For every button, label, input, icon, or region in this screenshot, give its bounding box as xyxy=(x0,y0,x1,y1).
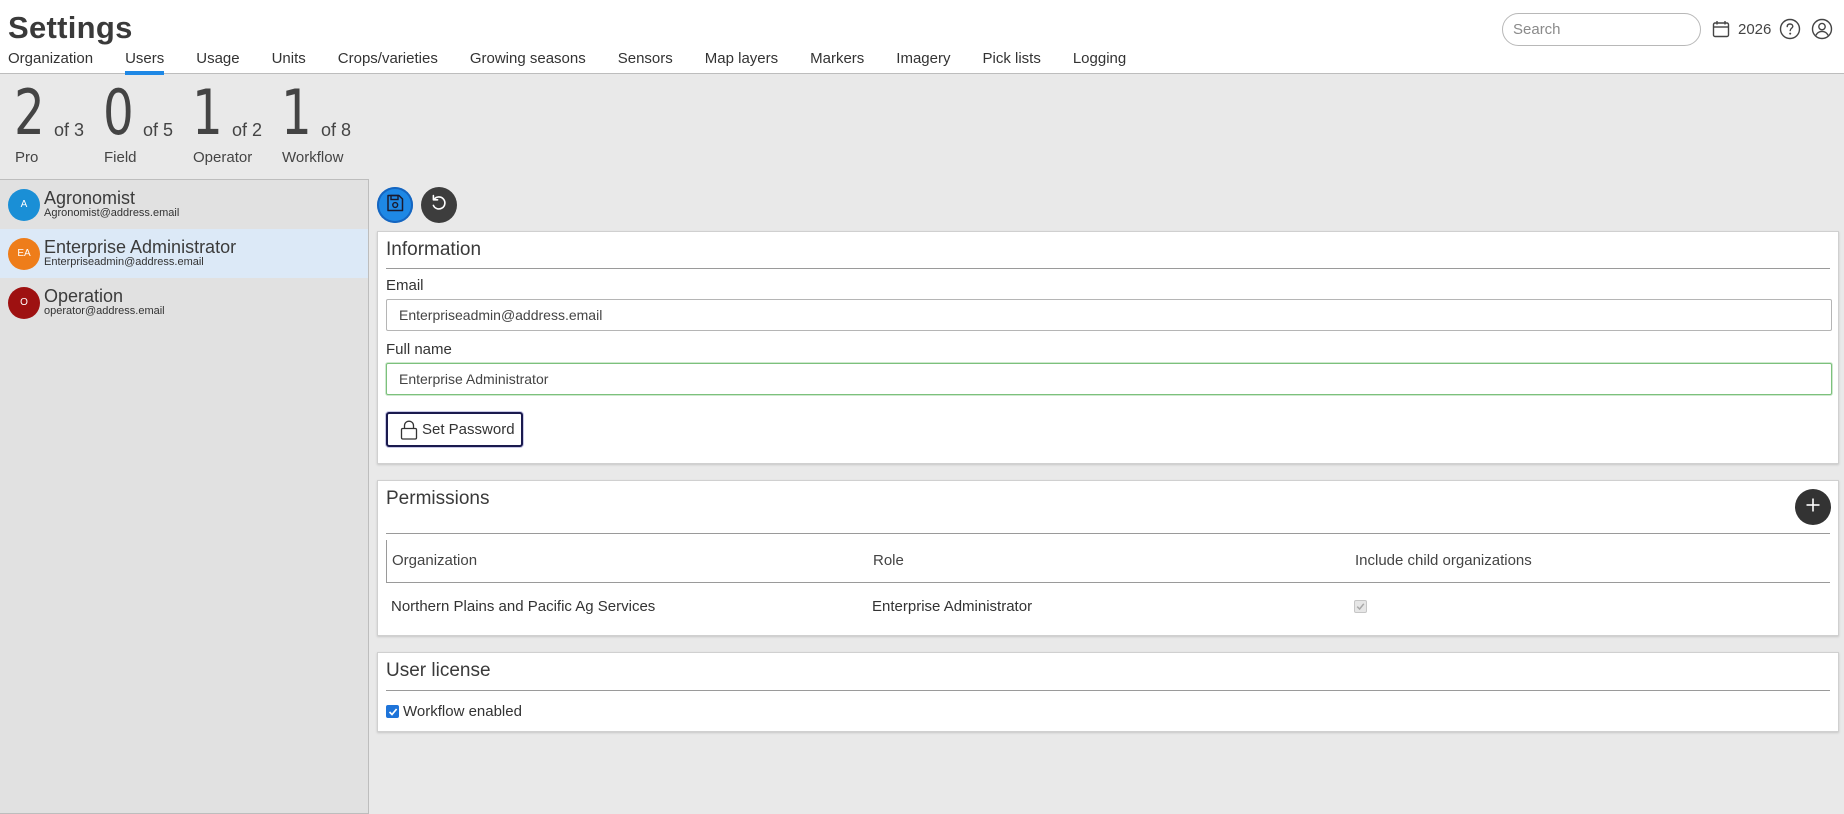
user-item-operation[interactable]: O Operation operator@address.email xyxy=(0,278,368,327)
add-permission-button[interactable] xyxy=(1795,489,1831,525)
stat-workflow: 1 of 8 Workflow xyxy=(281,76,370,168)
stat-field: 0 of 5 Field xyxy=(103,76,192,168)
save-icon xyxy=(385,193,405,218)
column-header-role[interactable]: Role xyxy=(873,552,904,569)
stat-total: of 2 xyxy=(232,120,263,140)
account-icon[interactable] xyxy=(1811,18,1833,40)
calendar-icon xyxy=(1712,20,1730,38)
stat-pro: 2 of 3 Pro xyxy=(14,76,103,168)
avatar: A xyxy=(8,188,40,221)
user-email: Enterpriseadmin@address.email xyxy=(44,256,204,269)
permissions-table-header: Organization Role Include child organiza… xyxy=(386,540,1830,583)
stat-count: 1 xyxy=(192,76,223,149)
page-title: Settings xyxy=(8,10,133,45)
information-title: Information xyxy=(386,239,482,260)
user-license-panel: User license Workflow enabled xyxy=(377,652,1839,732)
user-email: Agronomist@address.email xyxy=(44,207,180,220)
stat-label: Operator xyxy=(193,149,253,166)
column-header-organization[interactable]: Organization xyxy=(392,552,477,569)
top-bar: Settings Organization Users Usage Units … xyxy=(0,0,1844,75)
settings-tabs: Organization Users Usage Units Crops/var… xyxy=(8,50,1158,75)
tab-units[interactable]: Units xyxy=(272,50,306,72)
stat-total: of 8 xyxy=(321,120,352,140)
full-name-label: Full name xyxy=(386,341,452,358)
user-list: A Agronomist Agronomist@address.email EA… xyxy=(0,179,369,814)
year-label: 2026 xyxy=(1738,20,1772,38)
help-icon[interactable] xyxy=(1779,18,1801,40)
lock-icon xyxy=(400,420,418,440)
permissions-title: Permissions xyxy=(386,488,490,509)
stat-total: of 3 xyxy=(54,120,85,140)
search-input[interactable] xyxy=(1502,13,1701,46)
workflow-enabled-checkbox[interactable] xyxy=(386,705,399,718)
set-password-button[interactable]: Set Password xyxy=(386,412,523,447)
tab-crops-varieties[interactable]: Crops/varieties xyxy=(338,50,438,72)
tab-markers[interactable]: Markers xyxy=(810,50,864,72)
information-panel: Information Email Full name Set Password xyxy=(377,231,1839,464)
tab-growing-seasons[interactable]: Growing seasons xyxy=(470,50,586,72)
set-password-label: Set Password xyxy=(422,421,515,438)
stat-label: Field xyxy=(104,149,137,166)
undo-icon xyxy=(429,193,449,218)
user-item-enterprise-administrator[interactable]: EA Enterprise Administrator Enterprisead… xyxy=(0,229,368,278)
user-name: Operation xyxy=(44,286,124,307)
stat-count: 1 xyxy=(281,76,312,149)
email-field[interactable] xyxy=(386,299,1832,331)
license-stats: 2 of 3 Pro 0 of 5 Field 1 of 2 Operator … xyxy=(14,76,370,168)
full-name-field[interactable] xyxy=(386,363,1832,395)
workflow-enabled-label: Workflow enabled xyxy=(403,703,522,720)
cell-role: Enterprise Administrator xyxy=(872,598,1033,615)
year-selector[interactable]: 2026 xyxy=(1712,18,1771,40)
include-children-checkbox xyxy=(1354,600,1367,613)
save-button[interactable] xyxy=(377,187,413,223)
divider xyxy=(386,533,1830,534)
permissions-panel: Permissions Organization Role Include ch… xyxy=(377,480,1839,636)
stat-count: 0 xyxy=(103,76,134,149)
stat-label: Workflow xyxy=(282,149,344,166)
tab-pick-lists[interactable]: Pick lists xyxy=(982,50,1040,72)
stat-total: of 5 xyxy=(143,120,174,140)
user-name: Enterprise Administrator xyxy=(44,237,237,258)
column-header-include-child[interactable]: Include child organizations xyxy=(1355,552,1532,569)
avatar: EA xyxy=(8,237,40,270)
tab-logging[interactable]: Logging xyxy=(1073,50,1126,72)
table-row[interactable]: Northern Plains and Pacific Ag Services … xyxy=(386,583,1830,633)
email-label: Email xyxy=(386,277,424,294)
divider xyxy=(386,268,1830,269)
tab-sensors[interactable]: Sensors xyxy=(618,50,673,72)
user-license-title: User license xyxy=(386,660,491,681)
stat-operator: 1 of 2 Operator xyxy=(192,76,281,168)
avatar: O xyxy=(8,286,40,319)
undo-button[interactable] xyxy=(421,187,457,223)
user-email: operator@address.email xyxy=(44,305,165,318)
stat-label: Pro xyxy=(15,149,39,166)
tab-map-layers[interactable]: Map layers xyxy=(705,50,778,72)
tab-usage[interactable]: Usage xyxy=(196,50,239,72)
user-item-agronomist[interactable]: A Agronomist Agronomist@address.email xyxy=(0,180,368,229)
user-name: Agronomist xyxy=(44,188,136,209)
tab-organization[interactable]: Organization xyxy=(8,50,93,72)
tab-imagery[interactable]: Imagery xyxy=(896,50,950,72)
plus-icon xyxy=(1805,497,1821,518)
divider xyxy=(386,690,1830,691)
tab-users[interactable]: Users xyxy=(125,50,165,75)
cell-organization: Northern Plains and Pacific Ag Services xyxy=(391,598,656,615)
workflow-enabled-option[interactable]: Workflow enabled xyxy=(386,703,522,720)
stat-count: 2 xyxy=(14,76,45,149)
